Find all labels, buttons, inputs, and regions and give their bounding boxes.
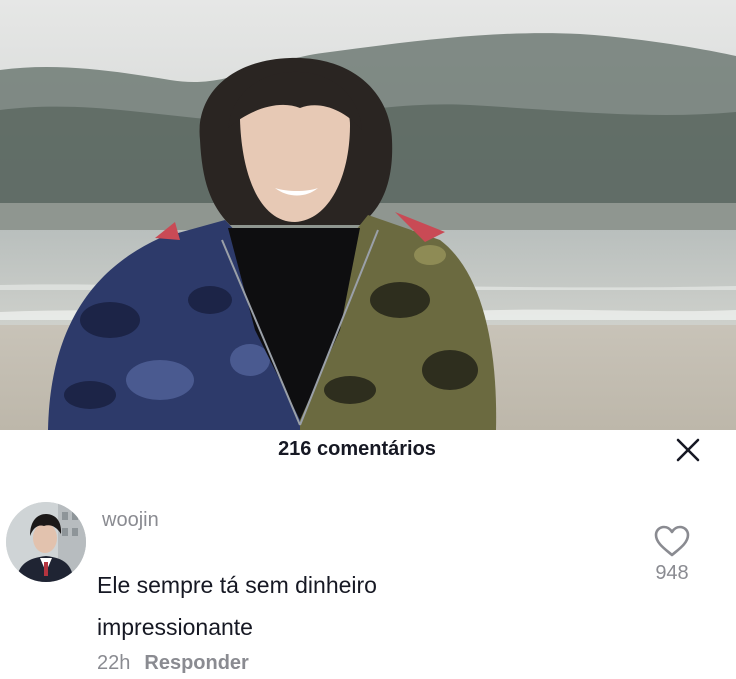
close-icon xyxy=(676,438,700,462)
comments-sheet: 216 comentários woojin Ele sempre tá sem… xyxy=(0,430,736,679)
video-frame-image xyxy=(0,0,736,430)
reply-button[interactable]: Responder xyxy=(144,652,248,674)
video-player[interactable] xyxy=(0,0,736,430)
avatar[interactable] xyxy=(6,502,86,582)
heart-outline-icon[interactable] xyxy=(653,524,691,558)
comment-time: 22h xyxy=(97,652,131,674)
comment-meta: 22h Responder xyxy=(97,652,249,675)
like-count: 948 xyxy=(655,562,689,584)
like-control: 948 xyxy=(640,524,704,585)
comment-text-line-1: Ele sempre tá sem dinheiro xyxy=(97,572,377,598)
comment-username[interactable]: woojin xyxy=(102,509,159,532)
comment-item: woojin Ele sempre tá sem dinheiro impres… xyxy=(0,502,736,679)
close-button[interactable] xyxy=(672,434,704,466)
comment-text-line-2: impressionante xyxy=(97,614,253,640)
comments-header: 216 comentários xyxy=(0,430,736,470)
comment-count-title: 216 comentários xyxy=(278,438,436,460)
comment-text: Ele sempre tá sem dinheiro impressionant… xyxy=(97,564,517,648)
avatar-image xyxy=(6,502,86,582)
